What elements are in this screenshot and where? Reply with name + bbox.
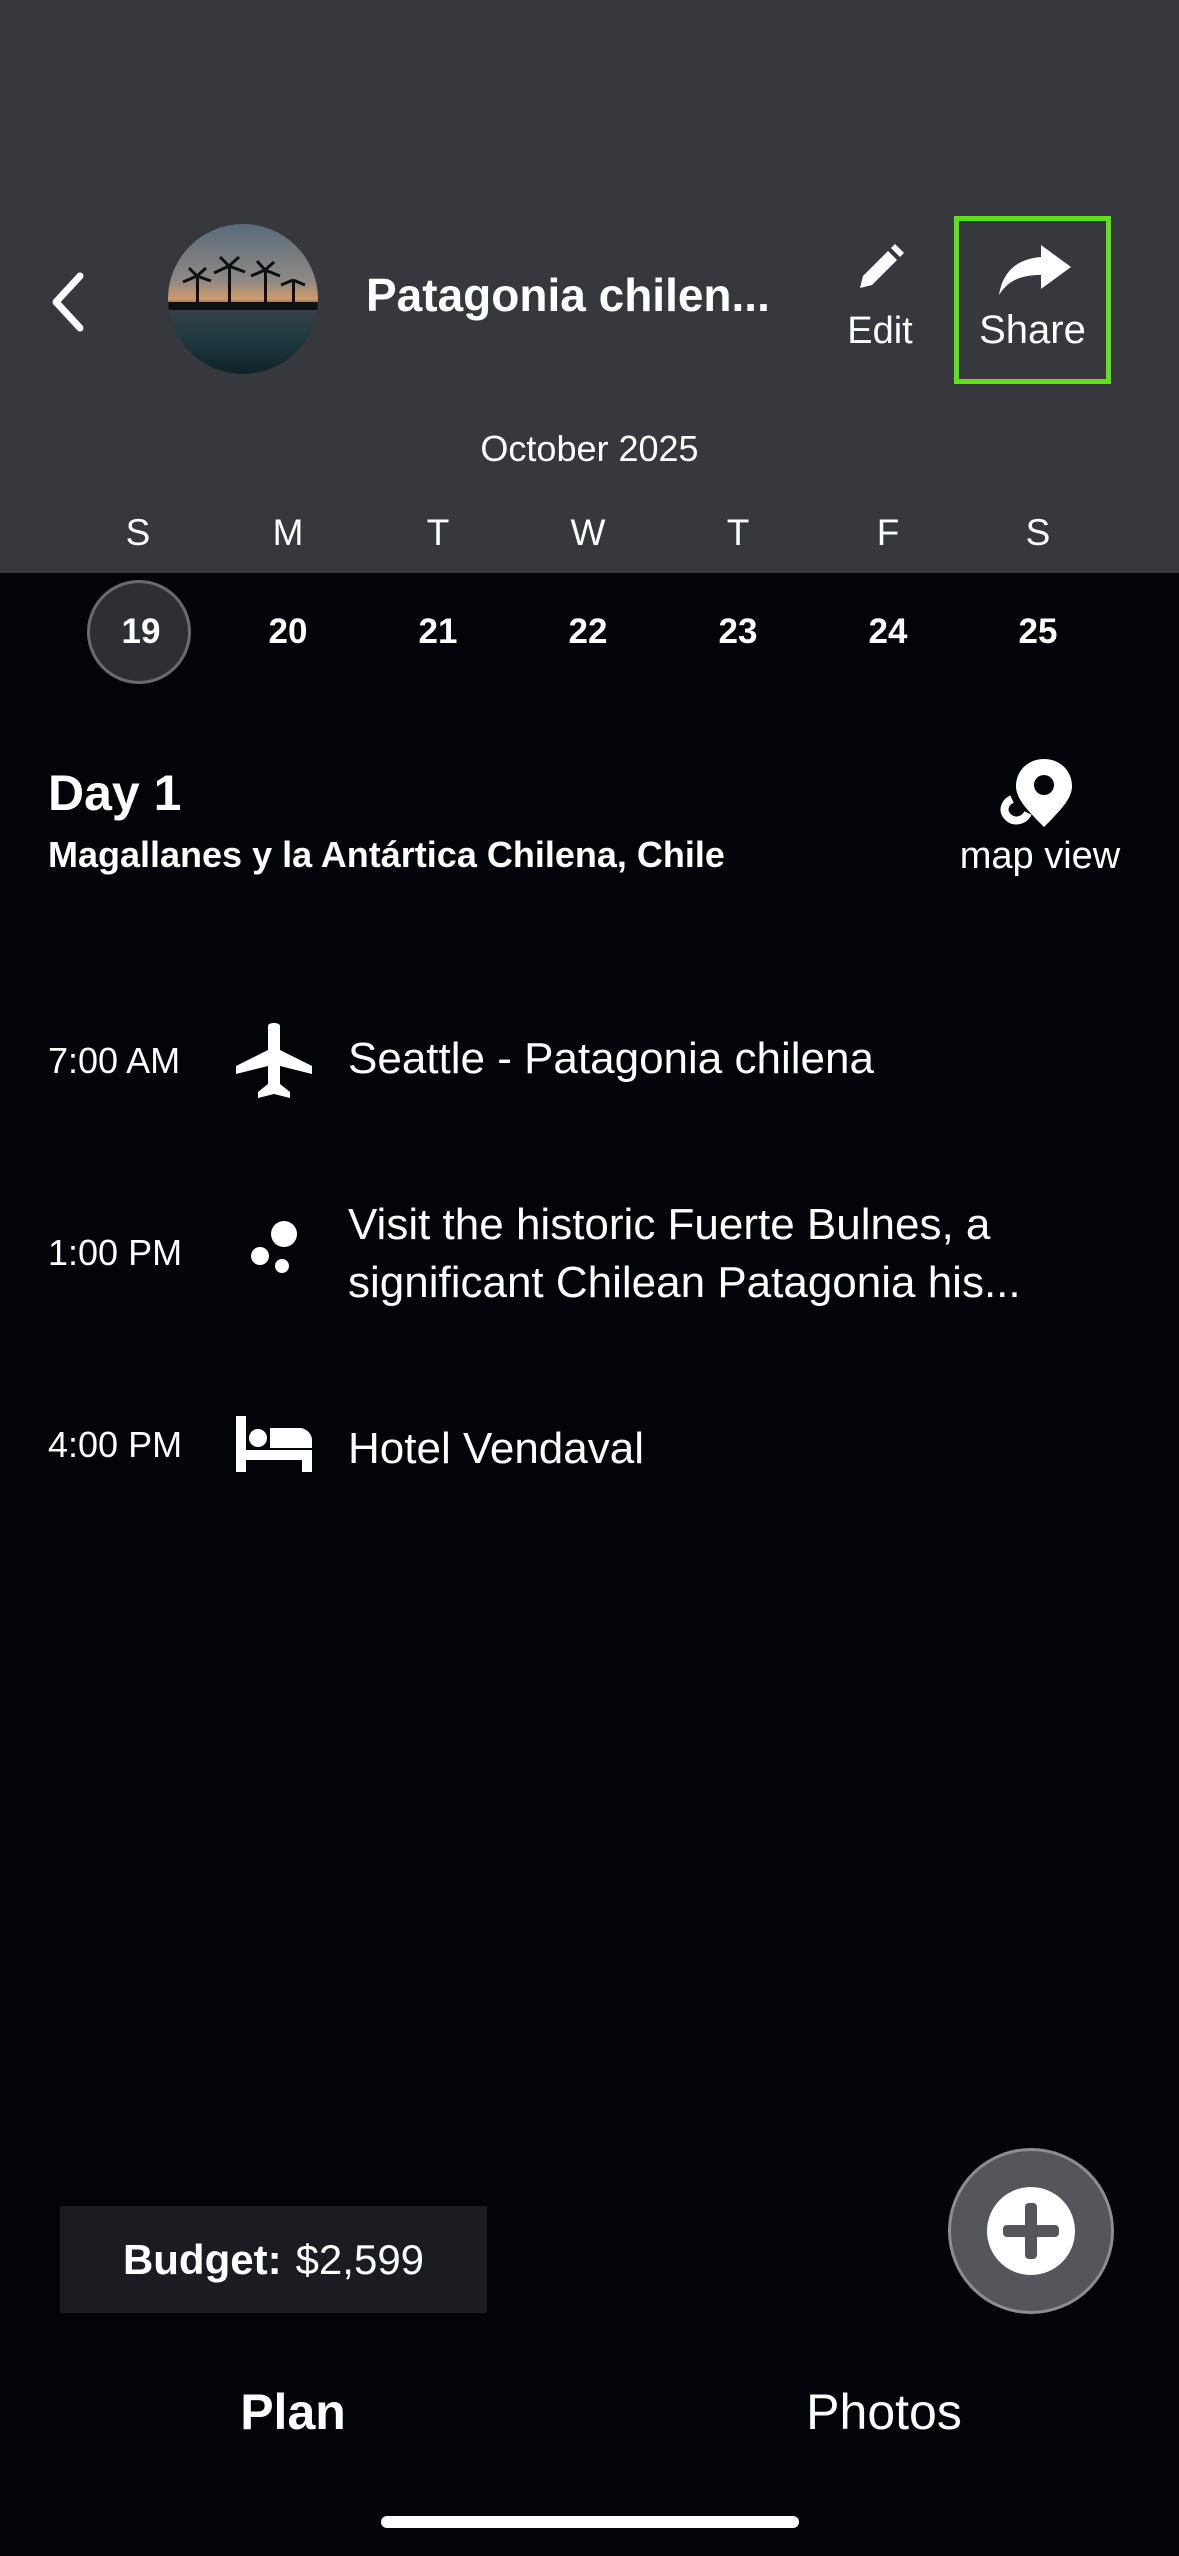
- weekday-label: T: [426, 512, 450, 553]
- tab-photos[interactable]: Photos: [704, 2383, 1064, 2441]
- event-icon-container: [232, 1414, 316, 1474]
- calendar-date[interactable]: 22: [533, 595, 643, 669]
- home-indicator: [381, 2516, 799, 2528]
- calendar-date[interactable]: 25: [983, 595, 1093, 669]
- edit-button[interactable]: Edit: [830, 232, 930, 362]
- event-title: Seattle - Patagonia chilena: [348, 1034, 874, 1083]
- weekday-label: F: [876, 512, 900, 553]
- budget-pill[interactable]: Budget: $2,599: [60, 2206, 487, 2313]
- weekday-label: T: [726, 512, 750, 553]
- itinerary-item[interactable]: 1:00 PM Visit the historic Fuerte Bulnes…: [0, 1190, 1179, 1320]
- calendar-date[interactable]: 23: [683, 595, 793, 669]
- budget-label: Budget:: [122, 2235, 282, 2283]
- event-time: 1:00 PM: [48, 1232, 183, 1273]
- trip-title: Patagonia chilen...: [366, 269, 770, 321]
- day-location: Magallanes y la Antártica Chilena, Chile: [48, 834, 725, 875]
- plus-circle-icon: [987, 2187, 1075, 2275]
- calendar-date-selected[interactable]: 19: [86, 580, 196, 684]
- calendar-date[interactable]: 24: [833, 595, 943, 669]
- calendar-date[interactable]: 20: [233, 595, 343, 669]
- event-time: 4:00 PM: [48, 1424, 183, 1465]
- tab-plan[interactable]: Plan: [113, 2383, 473, 2441]
- trip-avatar[interactable]: [168, 224, 318, 374]
- event-title: Hotel Vendaval: [348, 1424, 644, 1473]
- weekday-label: S: [125, 512, 151, 553]
- calendar-date[interactable]: 21: [383, 595, 493, 669]
- share-label: Share: [979, 308, 1086, 352]
- weekday-label: M: [272, 512, 304, 553]
- bed-icon: [236, 1416, 312, 1472]
- event-icon-container: [232, 1218, 316, 1278]
- event-time: 7:00 AM: [48, 1040, 181, 1081]
- itinerary-item[interactable]: 4:00 PM Hotel Vendaval: [0, 1400, 1179, 1500]
- palm-sunset-image: [168, 255, 318, 310]
- weekday-label: S: [1025, 512, 1051, 553]
- add-item-button[interactable]: [948, 2148, 1114, 2314]
- airplane-icon: [236, 1023, 312, 1098]
- budget-value: $2,599: [295, 2235, 425, 2283]
- map-view-label: map view: [959, 835, 1121, 877]
- event-title: Visit the historic Fuerte Bulnes, a sign…: [348, 1200, 1021, 1307]
- chevron-left-icon: [52, 272, 84, 332]
- itinerary-item[interactable]: 7:00 AM Seattle - Patagonia chilena: [0, 1010, 1179, 1110]
- pencil-icon: [860, 244, 904, 288]
- map-pin-icon: [1000, 759, 1072, 827]
- event-icon-container: [232, 1020, 316, 1104]
- activity-dots-icon: [251, 1221, 297, 1273]
- day-title: Day 1: [48, 765, 182, 821]
- back-button[interactable]: [38, 262, 98, 342]
- calendar-month: October 2025: [480, 428, 699, 469]
- share-arrow-icon: [999, 245, 1071, 295]
- weekday-label: W: [570, 512, 606, 553]
- share-button[interactable]: Share: [954, 216, 1111, 384]
- edit-label: Edit: [847, 310, 913, 352]
